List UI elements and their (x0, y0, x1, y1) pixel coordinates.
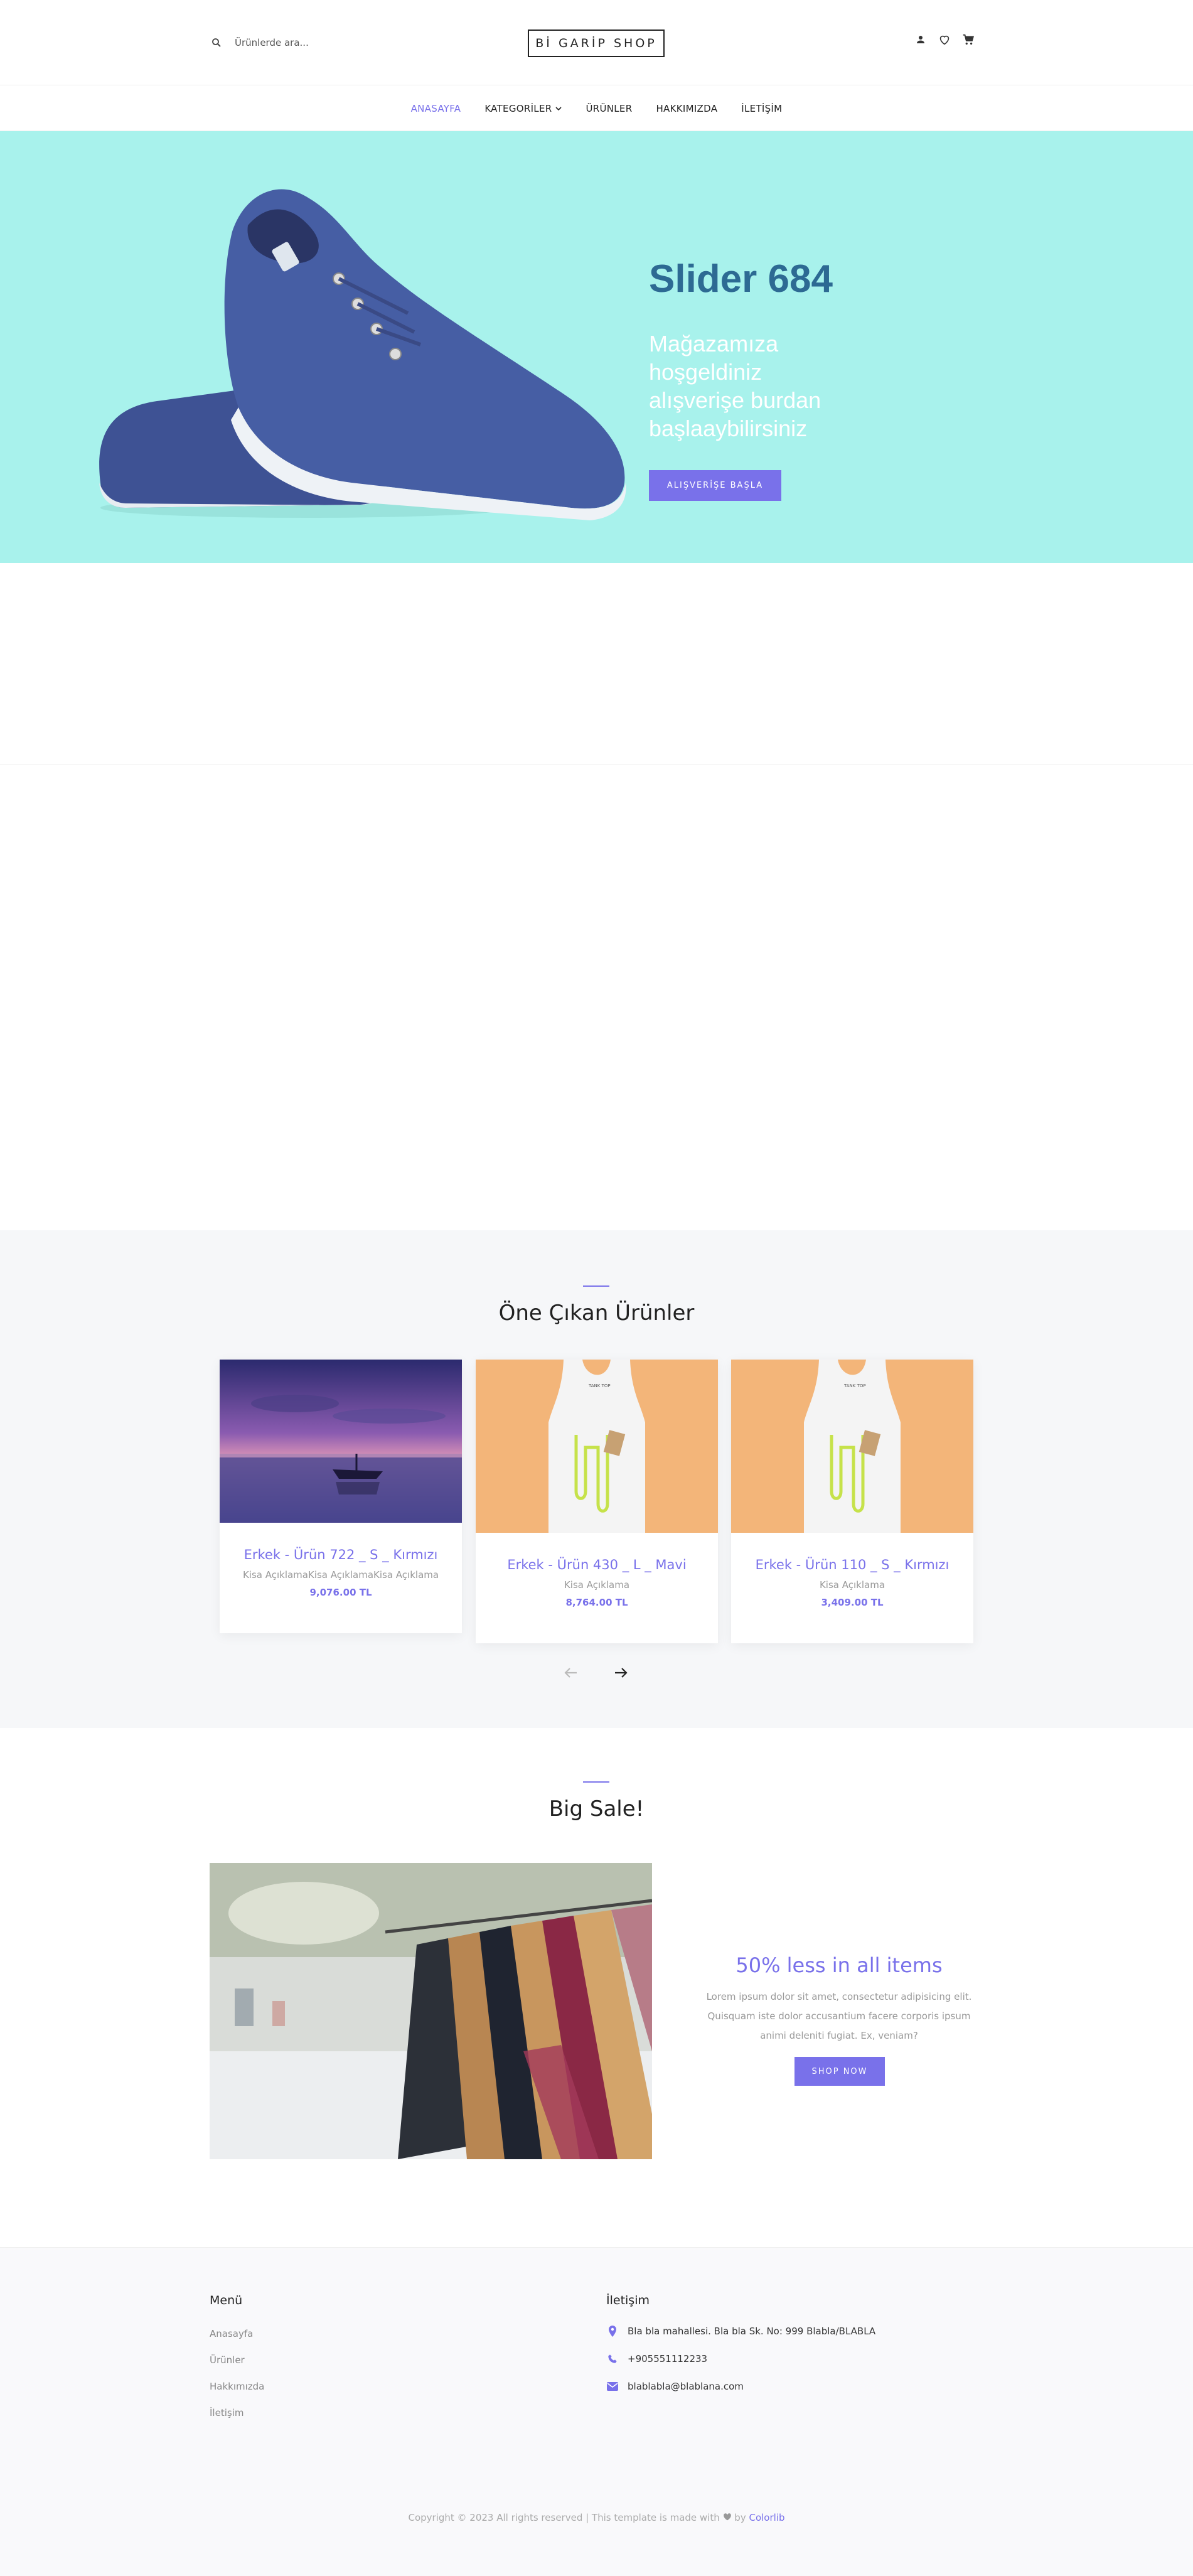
envelope-icon (606, 2382, 619, 2391)
person-icon[interactable] (914, 33, 928, 46)
nav-label: ANASAYFA (410, 102, 461, 114)
product-description: Kisa AçıklamaKisa AçıklamaKisa Açıklama (242, 1569, 439, 1580)
sale-heading: 50% less in all items (736, 1953, 943, 1977)
section-divider (0, 764, 1193, 765)
copyright: Copyright © 2023 All rights reserved | T… (0, 2512, 1193, 2523)
footer-email[interactable]: blablabla@blablana.com (606, 2381, 744, 2392)
section-accent-line (583, 1781, 609, 1783)
product-card[interactable]: TANK TOP Erkek - Ürün 110 _ S _ Kırmızı … (731, 1360, 973, 1643)
footer-contact-title: İletişim (606, 2294, 650, 2307)
main-nav: ANASAYFA KATEGORİLER ÜRÜNLER HAKKIMIZDA … (0, 86, 1193, 131)
tank-top-image: TANK TOP (476, 1360, 718, 1533)
nav-label: KATEGORİLER (484, 102, 552, 114)
section-accent-line (583, 1285, 609, 1287)
cart-icon[interactable] (961, 33, 975, 46)
carousel-prev-arrow-icon[interactable] (560, 1662, 582, 1683)
email-text[interactable]: blablabla@blablana.com (628, 2381, 744, 2392)
nav-item-contact[interactable]: İLETİŞİM (741, 103, 782, 114)
nav-item-home[interactable]: ANASAYFA (411, 103, 461, 114)
chevron-down-icon (555, 103, 562, 114)
heart-icon (723, 2512, 732, 2523)
svg-text:TANK TOP: TANK TOP (588, 1383, 611, 1388)
sale-title: Big Sale! (548, 1796, 645, 1822)
start-shopping-button[interactable]: ALIŞVERİŞE BAŞLA (649, 470, 781, 501)
sale-text: Lorem ipsum dolor sit amet, consectetur … (706, 1991, 972, 2041)
shop-now-button[interactable]: SHOP NOW (794, 2057, 885, 2086)
featured-title: Öne Çıkan Ürünler (498, 1301, 695, 1326)
nav-label: İLETİŞİM (741, 102, 783, 114)
footer-link-home[interactable]: Anasayfa (210, 2328, 253, 2339)
product-description: Kisa Açıklama (564, 1579, 630, 1591)
site-header: Bİ GARİP SHOP (0, 0, 1193, 85)
nav-label: ÜRÜNLER (586, 102, 633, 114)
hero-title: Slider 684 (649, 257, 833, 301)
nav-item-products[interactable]: ÜRÜNLER (586, 103, 632, 114)
shoe-image (99, 189, 626, 520)
product-card[interactable]: TANK TOP Erkek - Ürün 430 _ L _ Mavi Kis… (476, 1360, 718, 1643)
product-price: 3,409.00 TL (821, 1597, 884, 1608)
footer-link-contact[interactable]: İletişim (210, 2407, 243, 2418)
copyright-text: Copyright © 2023 All rights reserved | T… (408, 2512, 720, 2523)
svg-text:TANK TOP: TANK TOP (843, 1383, 866, 1388)
product-name[interactable]: Erkek - Ürün 430 _ L _ Mavi (476, 1557, 718, 1572)
footer-address: Bla bla mahallesi. Bla bla Sk. No: 999 B… (606, 2326, 875, 2337)
phone-icon (606, 2354, 619, 2364)
header-icons (914, 33, 975, 46)
address-text: Bla bla mahallesi. Bla bla Sk. No: 999 B… (628, 2326, 876, 2337)
clothes-rack-image (210, 1863, 652, 2159)
footer-phone[interactable]: +905551112233 (606, 2353, 707, 2364)
product-name[interactable]: Erkek - Ürün 110 _ S _ Kırmızı (731, 1557, 973, 1572)
hero-subtitle: Mağazamıza hoşgeldiniz alışverişe burdan… (649, 331, 821, 441)
site-footer: Menü Anasayfa Ürünler Hakkımızda İletişi… (0, 2247, 1193, 2576)
sunset-boat-image (220, 1360, 462, 1523)
product-card[interactable]: Erkek - Ürün 722 _ S _ Kırmızı Kisa Açık… (220, 1360, 462, 1633)
phone-text[interactable]: +905551112233 (628, 2353, 707, 2364)
nav-label: HAKKIMIZDA (656, 102, 718, 114)
site-logo[interactable]: Bİ GARİP SHOP (528, 30, 665, 57)
tank-top-image: TANK TOP (731, 1360, 973, 1533)
footer-link-about[interactable]: Hakkımızda (210, 2381, 264, 2392)
hero-slider: Slider 684 Mağazamıza hoşgeldiniz alışve… (0, 131, 1193, 563)
map-marker-icon (606, 2326, 619, 2337)
colorlib-link[interactable]: Colorlib (749, 2512, 784, 2523)
nav-item-categories[interactable]: KATEGORİLER (484, 103, 562, 114)
footer-menu-title: Menü (210, 2294, 243, 2307)
product-price: 9,076.00 TL (309, 1587, 372, 1598)
copyright-by: by (734, 2512, 746, 2523)
featured-products-section: Öne Çıkan Ürünler Erkek - Ürün 722 _ S _ (0, 1230, 1193, 1728)
nav-item-about[interactable]: HAKKIMIZDA (656, 103, 717, 114)
search-input[interactable] (235, 37, 398, 48)
search-bar (211, 34, 398, 51)
carousel-next-arrow-icon[interactable] (610, 1662, 631, 1683)
product-description: Kisa Açıklama (819, 1579, 885, 1591)
heart-icon[interactable] (938, 33, 951, 46)
footer-link-products[interactable]: Ürünler (210, 2354, 245, 2366)
product-price: 8,764.00 TL (565, 1597, 628, 1608)
search-icon[interactable] (211, 37, 222, 48)
product-name[interactable]: Erkek - Ürün 722 _ S _ Kırmızı (220, 1547, 462, 1562)
